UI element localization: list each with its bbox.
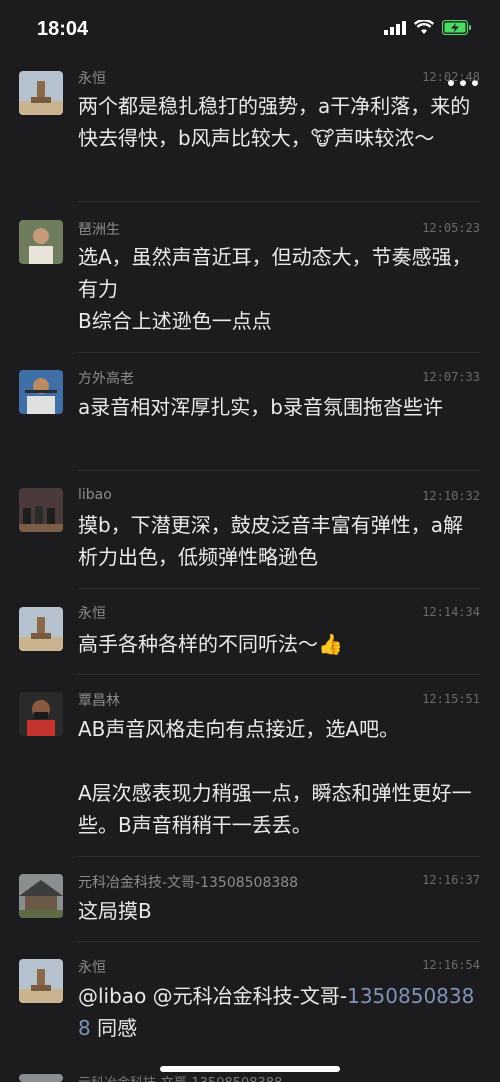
status-icons [384,20,472,35]
avatar[interactable] [19,220,63,264]
avatar[interactable] [19,488,63,532]
divider [78,201,480,202]
sender-name: 永恒 [78,71,106,87]
status-time: 18:04 [37,18,89,40]
avatar[interactable] [19,370,63,414]
divider [78,674,480,675]
home-indicator[interactable] [160,1066,340,1072]
message-time: 12:15:51 [422,692,480,706]
sender-name: 琶洲生 [78,222,120,238]
message-time: 12:16:54 [422,958,480,972]
mention-text[interactable]: @libao @元科冶金科技-文哥- [78,984,347,1008]
sender-name: 元科冶金科技-文哥-13508508388 [78,875,299,891]
status-bar: 18:04 [0,0,500,62]
divider [78,588,480,589]
message-suffix: 同感 [90,1016,138,1040]
sender-name: 方外高老 [78,371,134,387]
message-text: AB声音风格走向有点接近，选A吧。 A层次感表现力稍强一点，瞬态和弹性更好一些。… [78,717,472,837]
divider [78,941,480,942]
message-time: 12:02:48 [422,70,480,84]
message-time: 12:10:32 [422,489,480,503]
message-time: 12:14:34 [422,605,480,619]
partial-message: 元科冶金科技-文哥-13508508388 [0,1072,500,1082]
sender-name: 永恒 [78,960,106,976]
message-text: a录音相对浑厚扎实，b录音氛围拖沓些许 [78,395,443,419]
divider [78,470,480,471]
message-time: 12:07:33 [422,370,480,384]
message-text: 高手各种各样的不同听法～👍 [78,632,343,656]
avatar[interactable] [19,874,63,918]
message-time: 12:16:37 [422,873,480,887]
sender-name: 覃昌林 [78,693,120,709]
cellular-signal-icon [384,20,406,35]
message-text: 摸b，下潜更深，鼓皮泛音丰富有弹性，a解析力出色，低频弹性略逊色 [78,513,463,569]
sender-name: 永恒 [78,606,106,622]
message-text: 两个都是稳扎稳打的强势，a干净利落，来的快去得快，b风声比较大，🐮声味较浓～ [78,94,471,150]
message-text: 选A，虽然声音近耳，但动态大，节奏感强，有力 B综合上述逊色一点点 [78,245,472,333]
message-time: 12:05:23 [422,221,480,235]
avatar[interactable] [19,959,63,1003]
avatar[interactable] [19,71,63,115]
message-text: @libao @元科冶金科技-文哥-13508508388 同感 [78,980,478,1044]
sender-name: libao [78,487,112,503]
divider [78,352,480,353]
avatar[interactable] [19,692,63,736]
divider [78,856,480,857]
message-text: 这局摸B [78,899,152,923]
battery-charging-icon [442,20,471,35]
avatar [19,1074,63,1082]
wifi-icon [414,20,434,34]
avatar[interactable] [19,607,63,651]
sender-name: 元科冶金科技-文哥-13508508388 [78,1072,282,1082]
